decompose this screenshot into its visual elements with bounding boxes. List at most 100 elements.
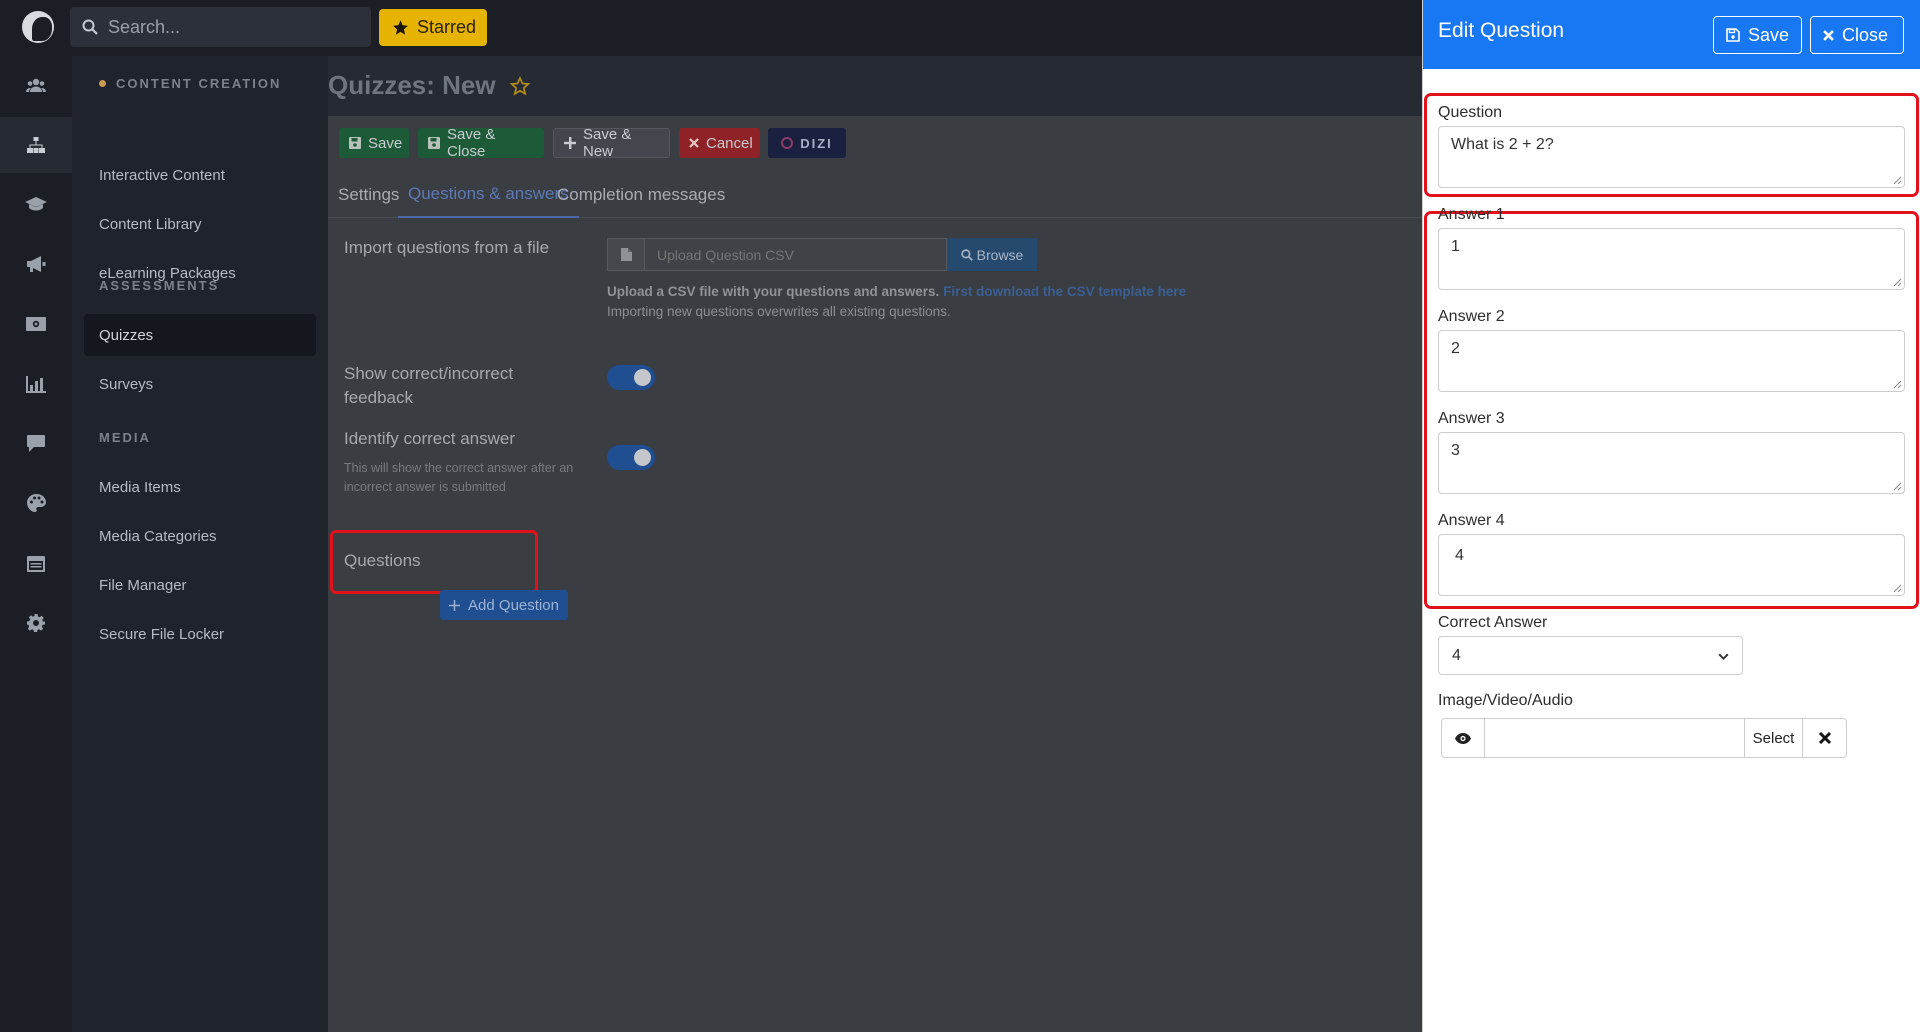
tab-bar: Settings Questions & answers Completion …	[328, 172, 1422, 218]
answer-1-textarea[interactable]: 1	[1438, 228, 1905, 290]
tab-completion-messages[interactable]: Completion messages	[557, 172, 725, 218]
resize-handle-icon[interactable]	[1893, 380, 1902, 389]
cancel-label: Cancel	[706, 134, 753, 152]
questions-label: Questions	[344, 551, 421, 570]
drawer-header: Edit Question Save Close	[1423, 0, 1920, 69]
page-title-text: Quizzes: New	[328, 70, 496, 100]
feedback-toggle[interactable]	[607, 365, 655, 390]
sidebar-item-quizzes[interactable]: Quizzes	[84, 314, 316, 356]
answer-label: Answer 2	[1438, 308, 1505, 325]
sidebar-item-secure-file-locker[interactable]: Secure File Locker	[84, 613, 316, 655]
close-icon	[689, 138, 699, 148]
answer-value: 1	[1451, 238, 1460, 255]
sidebar-item-media-categories[interactable]: Media Categories	[84, 515, 316, 557]
sitemap-icon[interactable]	[0, 117, 72, 173]
identify-help: This will show the correct answer after …	[344, 461, 574, 494]
drawer-close-label: Close	[1842, 24, 1889, 45]
identify-toggle[interactable]	[607, 445, 655, 470]
save-label: Save	[368, 134, 403, 152]
gear-icon[interactable]	[0, 595, 72, 651]
answer-4-textarea[interactable]: 4	[1438, 534, 1905, 596]
calendar-icon[interactable]	[0, 535, 72, 591]
side-navigation: CONTENT CREATION Interactive Content Con…	[72, 56, 328, 1032]
resize-handle-icon[interactable]	[1893, 482, 1902, 491]
search-icon	[960, 248, 973, 261]
users-icon[interactable]	[0, 58, 72, 114]
correct-answer-value: 4	[1452, 646, 1461, 664]
save-new-label: Save & New	[583, 126, 632, 160]
starred-label: Starred	[417, 17, 477, 37]
edit-question-drawer: Edit Question Save Close Question What i…	[1422, 0, 1920, 1032]
save-close-button[interactable]: Save & Close	[418, 126, 544, 160]
drawer-save-button[interactable]: Save	[1713, 16, 1802, 54]
dizi-logo-icon	[781, 137, 794, 149]
section-dot	[99, 80, 106, 88]
media-clear-button[interactable]	[1803, 718, 1847, 758]
chart-icon[interactable]	[0, 356, 72, 412]
save-button[interactable]: Save	[339, 128, 409, 158]
resize-handle-icon[interactable]	[1893, 584, 1902, 593]
file-icon	[607, 238, 645, 271]
add-question-button[interactable]: Add Question	[440, 590, 568, 620]
star-outline-icon[interactable]	[509, 75, 530, 96]
sidebar-item-media-items[interactable]: Media Items	[84, 466, 316, 508]
floppy-icon	[349, 137, 361, 149]
close-icon	[1818, 731, 1832, 745]
close-icon	[1823, 29, 1834, 41]
browse-label: Browse	[976, 246, 1024, 263]
answer-label: Answer 3	[1438, 410, 1505, 427]
eye-icon	[1455, 732, 1471, 744]
upload-note-line2: Importing new questions overwrites all e…	[607, 304, 951, 319]
sidebar-item-surveys[interactable]: Surveys	[84, 363, 316, 405]
main-content: Quizzes: New Save Save & Close Save & Ne…	[328, 56, 1422, 1032]
resize-handle-icon[interactable]	[1893, 176, 1902, 185]
cancel-button[interactable]: Cancel	[679, 128, 760, 158]
drawer-title: Edit Question	[1438, 19, 1565, 42]
chevron-down-icon	[1718, 653, 1729, 661]
media-label: Image/Video/Audio	[1438, 692, 1573, 709]
plus-icon	[564, 137, 576, 149]
global-search[interactable]	[70, 7, 371, 47]
palette-icon[interactable]	[0, 475, 72, 531]
tab-settings[interactable]: Settings	[338, 172, 399, 218]
graduation-cap-icon[interactable]	[0, 176, 72, 232]
money-icon[interactable]	[0, 296, 72, 352]
correct-answer-select[interactable]: 4	[1438, 636, 1743, 675]
resize-handle-icon[interactable]	[1893, 278, 1902, 287]
media-select-button[interactable]: Select	[1745, 718, 1803, 758]
top-bar: Starred	[0, 0, 1422, 56]
answer-2-textarea[interactable]: 2	[1438, 330, 1905, 392]
import-label: Import questions from a file	[344, 238, 550, 257]
search-input[interactable]	[106, 7, 361, 47]
drawer-close-button[interactable]: Close	[1810, 16, 1904, 54]
dizi-button[interactable]: DIZI	[768, 128, 846, 158]
answer-3-textarea[interactable]: 3	[1438, 432, 1905, 494]
tab-questions-answers[interactable]: Questions & answers	[398, 172, 579, 218]
media-path-input[interactable]	[1485, 718, 1745, 758]
starred-button[interactable]: Starred	[379, 9, 487, 46]
csv-template-link[interactable]: First download the CSV template here	[943, 284, 1186, 299]
plus-icon	[449, 599, 461, 611]
chat-icon[interactable]	[0, 415, 72, 471]
megaphone-icon[interactable]	[0, 236, 72, 292]
sidebar-item-interactive-content[interactable]: Interactive Content	[84, 154, 316, 196]
preview-button[interactable]	[1441, 718, 1485, 758]
app-logo[interactable]	[22, 11, 54, 43]
question-textarea[interactable]: What is 2 + 2?	[1438, 126, 1905, 188]
correct-answer-label: Correct Answer	[1438, 614, 1548, 631]
page-title: Quizzes: New	[328, 70, 530, 101]
sidebar-item-file-manager[interactable]: File Manager	[84, 564, 316, 606]
save-new-button[interactable]: Save & New	[553, 126, 670, 160]
dizi-label: DIZI	[800, 135, 833, 151]
answer-label: Answer 4	[1438, 512, 1505, 529]
floppy-icon	[428, 137, 440, 149]
browse-button[interactable]: Browse	[947, 238, 1037, 271]
upload-note-bold: Upload a CSV file with your questions an…	[607, 284, 940, 299]
sidebar-item-content-library[interactable]: Content Library	[84, 203, 316, 245]
section-heading: CONTENT CREATION	[99, 76, 281, 91]
csv-file-input[interactable]	[645, 238, 947, 271]
save-close-label: Save & Close	[447, 126, 496, 160]
drawer-save-label: Save	[1748, 24, 1790, 45]
csv-upload-group: Browse	[607, 238, 1037, 271]
section-heading: MEDIA	[99, 430, 151, 445]
